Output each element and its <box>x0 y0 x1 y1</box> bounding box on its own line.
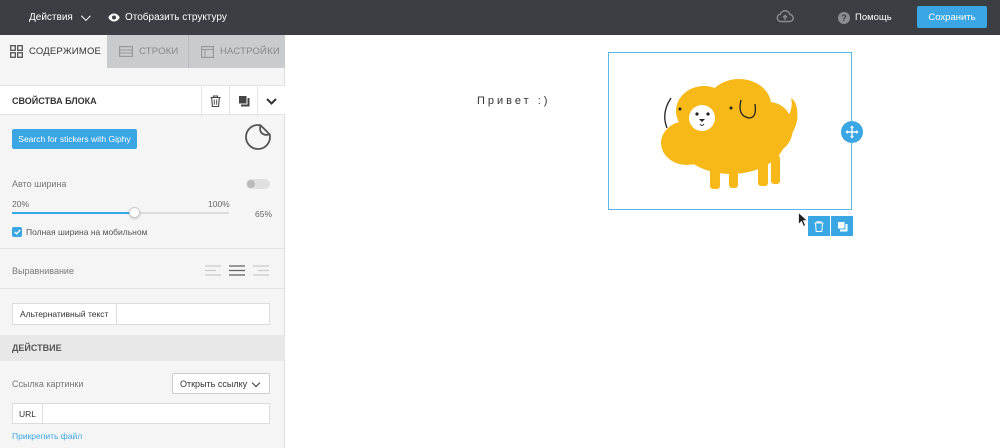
delete-image-button[interactable] <box>808 216 830 236</box>
help-icon: ? <box>838 11 850 24</box>
align-right-icon[interactable] <box>253 265 269 276</box>
duplicate-icon <box>237 95 249 107</box>
collapse-block-button[interactable] <box>257 86 285 116</box>
alt-text-field: Альтернативный текст <box>12 303 270 325</box>
width-slider-handle[interactable] <box>128 207 140 218</box>
tab-content-label: СОДЕРЖИМОЕ <box>29 46 102 57</box>
cloud-upload-icon[interactable] <box>776 9 794 24</box>
attach-file-link[interactable]: Прикрепить файл <box>12 431 82 441</box>
alt-text-label: Альтернативный текст <box>13 304 117 324</box>
image-link-select[interactable]: Открыть ссылку <box>172 373 270 394</box>
align-center-icon[interactable] <box>229 265 245 276</box>
alignment-label: Выравнивание <box>12 266 74 276</box>
action-section-header: ДЕЙСТВИЕ <box>0 335 285 361</box>
url-input[interactable] <box>43 404 269 423</box>
align-left-icon[interactable] <box>205 265 221 276</box>
show-structure-label: Отобразить структуру <box>125 12 227 23</box>
divider <box>0 248 285 249</box>
move-block-handle[interactable] <box>841 121 863 143</box>
giphy-search-button[interactable]: Search for stickers with Giphy <box>12 129 137 149</box>
delete-block-button[interactable] <box>201 86 229 116</box>
image-block-toolbar <box>808 216 853 236</box>
duplicate-image-button[interactable] <box>831 216 853 236</box>
full-width-mobile-checkbox[interactable] <box>12 227 22 237</box>
chevron-down-icon <box>251 378 261 388</box>
full-width-mobile-label: Полная ширина на мобильном <box>26 227 148 237</box>
divider <box>0 288 285 289</box>
chevron-down-icon <box>80 11 91 22</box>
mouse-cursor-icon <box>798 212 808 227</box>
block-properties-header: СВОЙСТВА БЛОКА <box>0 85 285 116</box>
action-section-title: ДЕЙСТВИЕ <box>12 343 62 353</box>
block-properties-title: СВОЙСТВА БЛОКА <box>12 96 97 106</box>
dog-sticker-image <box>661 79 798 189</box>
image-link-label: Ссылка картинки <box>12 379 84 389</box>
width-slider-fill <box>12 212 135 214</box>
check-icon <box>13 229 21 235</box>
move-icon <box>845 125 859 139</box>
duplicate-block-button[interactable] <box>229 86 257 116</box>
sidebar-tabs: СОДЕРЖИМОЕ СТРОКИ НАСТРОЙКИ <box>0 35 285 68</box>
rows-icon <box>119 46 133 57</box>
grid-icon <box>10 45 23 58</box>
trash-icon <box>210 95 221 107</box>
chevron-down-icon <box>266 97 277 105</box>
sidebar: СОДЕРЖИМОЕ СТРОКИ НАСТРОЙКИ СВОЙСТВА БЛО… <box>0 35 285 448</box>
greeting-text-block[interactable]: Привет :) <box>477 95 550 107</box>
url-label: URL <box>13 404 43 423</box>
auto-width-toggle[interactable] <box>246 179 270 189</box>
image-link-select-value: Открыть ссылку <box>180 378 248 389</box>
tab-settings-label: НАСТРОЙКИ <box>220 46 280 57</box>
alignment-options <box>205 265 269 276</box>
width-slider-track[interactable] <box>12 212 229 214</box>
slider-max-label: 100% <box>208 199 230 209</box>
url-field: URL <box>12 403 270 424</box>
auto-width-label: Авто ширина <box>12 179 67 189</box>
alt-text-input[interactable] <box>117 304 269 324</box>
trash-icon <box>814 220 824 232</box>
slider-value-label: 65% <box>255 209 273 219</box>
selected-image-block[interactable] <box>608 52 852 210</box>
help-link[interactable]: ? Помощь <box>838 0 892 35</box>
actions-menu-label: Действия <box>29 12 73 23</box>
tab-rows[interactable]: СТРОКИ <box>107 35 188 68</box>
save-button[interactable]: Сохранить <box>917 6 987 28</box>
sticker-icon <box>245 124 271 150</box>
top-bar: Действия Отобразить структуру ? Помощь С… <box>0 0 1000 35</box>
tab-content[interactable]: СОДЕРЖИМОЕ <box>0 35 107 68</box>
actions-menu[interactable]: Действия <box>29 0 91 35</box>
slider-min-label: 20% <box>12 199 30 209</box>
duplicate-icon <box>836 220 847 231</box>
settings-layout-icon <box>201 45 214 58</box>
show-structure-toggle[interactable]: Отобразить структуру <box>108 0 227 35</box>
eye-icon <box>108 13 120 22</box>
tab-settings[interactable]: НАСТРОЙКИ <box>188 35 285 68</box>
help-label: Помощь <box>855 12 892 23</box>
tab-rows-label: СТРОКИ <box>139 46 179 57</box>
